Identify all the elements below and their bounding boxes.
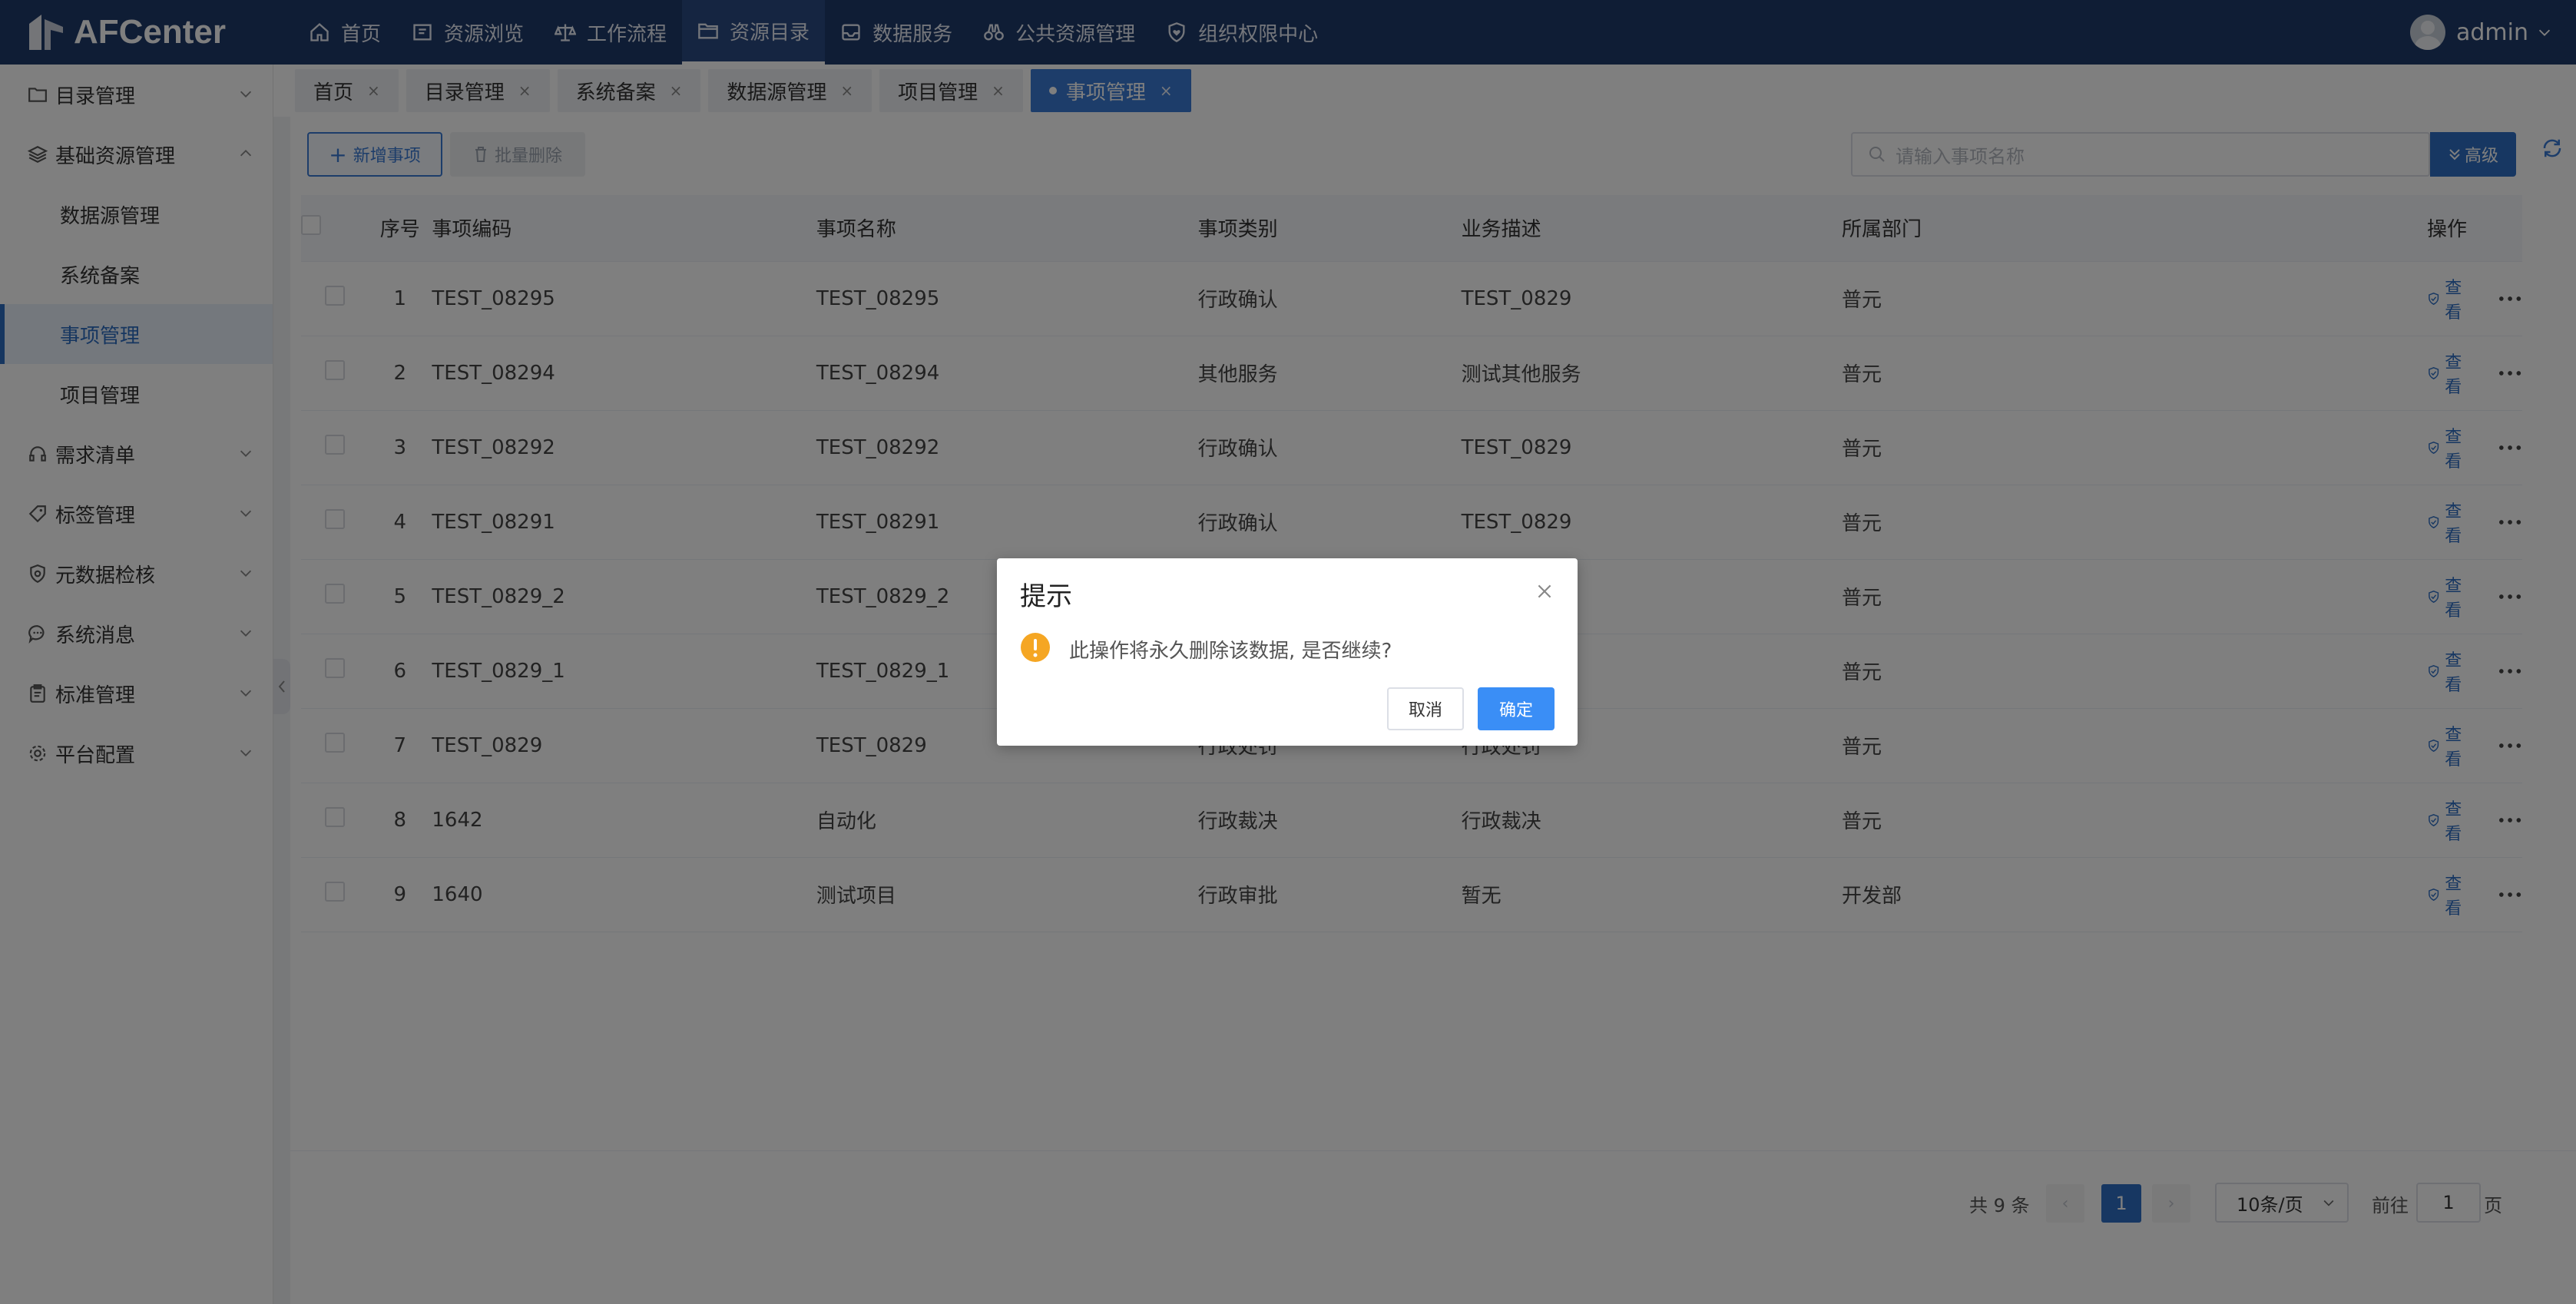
cancel-button[interactable]: 取消 <box>1387 687 1464 730</box>
close-icon[interactable] <box>1535 581 1555 601</box>
dialog-message: 此操作将永久删除该数据, 是否继续? <box>1069 640 1392 663</box>
confirm-button[interactable]: 确定 <box>1478 687 1555 730</box>
confirm-dialog: 提示 此操作将永久删除该数据, 是否继续? 取消 确定 <box>997 558 1578 746</box>
warning-icon <box>1021 633 1050 662</box>
dialog-title: 提示 <box>1020 581 1072 612</box>
